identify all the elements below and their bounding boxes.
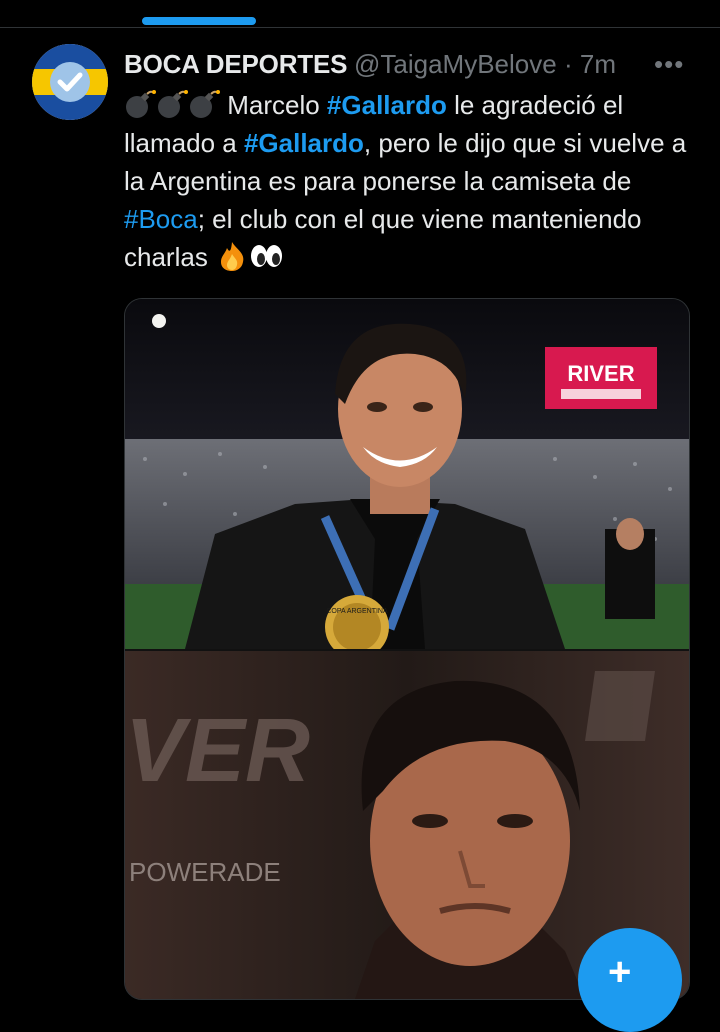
display-name[interactable]: BOCA DEPORTES xyxy=(124,46,350,82)
avatar[interactable] xyxy=(32,44,108,120)
more-options-icon[interactable]: ••• xyxy=(654,46,684,82)
hashtag-link[interactable]: #Gallardo xyxy=(244,128,364,158)
eyes-icon xyxy=(251,245,283,267)
tweet-text-segment: Marcelo xyxy=(220,90,327,120)
river-sign-text: RIVER xyxy=(567,361,634,386)
sponsor-text: POWERADE xyxy=(129,857,281,887)
active-tab-indicator xyxy=(142,17,256,25)
tweet-media[interactable]: RIVER COPA ARGENTINA VER POWERADE xyxy=(124,298,690,1000)
photo-gallardo-celebration[interactable]: RIVER COPA ARGENTINA xyxy=(125,299,689,649)
hashtag-link[interactable]: #Boca xyxy=(124,204,198,234)
compose-icon: + xyxy=(608,950,632,994)
timestamp[interactable]: 7m xyxy=(580,49,616,79)
hashtag-link[interactable]: #Gallardo xyxy=(327,90,447,120)
compose-button[interactable]: + xyxy=(578,928,682,1032)
tweet-text-segment: ; el club con el que viene manteniendo c… xyxy=(124,204,642,272)
medal-text: COPA ARGENTINA xyxy=(326,608,388,615)
handle-and-time[interactable]: @TaigaMyBelove · 7m xyxy=(354,46,616,82)
tweet-header: BOCA DEPORTES @TaigaMyBelove · 7m ••• xyxy=(124,46,704,82)
backdrop-text: VER xyxy=(125,701,310,801)
bomb-icon xyxy=(158,90,188,118)
top-divider xyxy=(0,27,720,28)
bomb-icon xyxy=(190,90,220,118)
handle[interactable]: @TaigaMyBelove xyxy=(354,49,557,79)
tweet-text: Marcelo #Gallardo le agradeció el llamad… xyxy=(124,86,704,276)
fire-icon xyxy=(221,242,244,271)
bomb-icon xyxy=(126,90,156,118)
separator: · xyxy=(563,49,573,79)
